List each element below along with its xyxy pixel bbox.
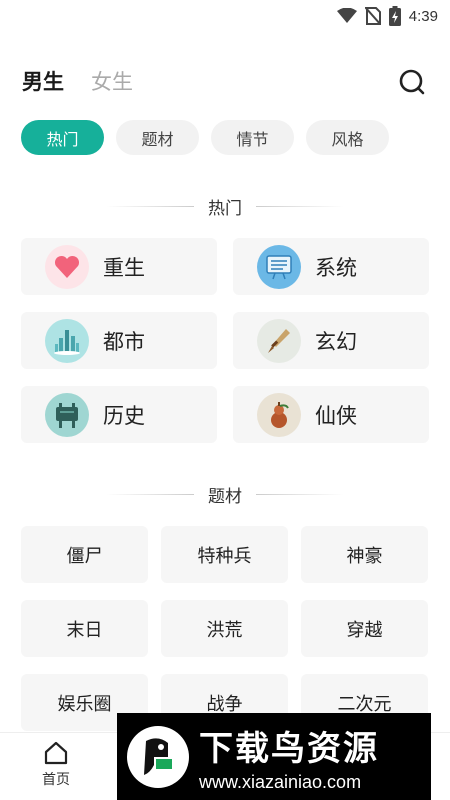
watermark-text: 下载鸟资源 www.xiazainiao.com	[199, 721, 379, 793]
hot-item-system[interactable]: 系统	[233, 238, 429, 295]
status-time: 4:39	[408, 7, 438, 25]
home-icon	[44, 741, 68, 765]
theme-item[interactable]: 末日	[21, 600, 148, 657]
city-tower-icon	[45, 318, 89, 363]
hot-item-label: 都市	[103, 329, 145, 354]
hot-item-rebirth[interactable]: 重生	[21, 238, 217, 295]
wifi-icon	[336, 8, 357, 23]
hot-grid: 重生 系统 都市 玄幻 历史 仙侠	[21, 238, 429, 443]
no-sim-icon	[364, 7, 381, 25]
watermark-title: 下载鸟资源	[199, 728, 379, 769]
theme-grid: 僵尸 特种兵 神豪 末日 洪荒 穿越 娱乐圈 战争 二次元	[21, 526, 429, 731]
status-icons: 4:39	[336, 6, 438, 26]
chip-theme[interactable]: 题材	[116, 120, 199, 155]
divider-line	[106, 493, 194, 495]
status-bar: 4:39	[0, 0, 450, 32]
theme-item[interactable]: 神豪	[301, 526, 428, 583]
hot-item-history[interactable]: 历史	[21, 386, 217, 443]
watermark-banner: 下载鸟资源 www.xiazainiao.com	[117, 713, 431, 800]
theme-item[interactable]: 洪荒	[161, 600, 288, 657]
theme-section-title: 题材	[208, 486, 242, 507]
theme-item[interactable]: 特种兵	[161, 526, 288, 583]
nav-home-label: 首页	[42, 772, 70, 788]
hot-item-label: 玄幻	[315, 329, 357, 354]
chip-plot[interactable]: 情节	[211, 120, 294, 155]
screen-icon	[257, 244, 301, 289]
theme-item[interactable]: 僵尸	[21, 526, 148, 583]
header: 男生 女生	[0, 62, 450, 102]
tab-female[interactable]: 女生	[91, 66, 133, 96]
hot-section-header: 热门	[0, 194, 450, 219]
hot-item-label: 重生	[103, 255, 145, 280]
hot-item-xianxia[interactable]: 仙侠	[233, 386, 429, 443]
bird-logo-icon	[127, 725, 189, 788]
chip-style[interactable]: 风格	[306, 120, 389, 155]
hot-item-label: 仙侠	[315, 403, 357, 428]
nav-home[interactable]: 首页	[30, 741, 82, 789]
hot-item-city[interactable]: 都市	[21, 312, 217, 369]
battery-charging-icon	[388, 6, 401, 26]
search-icon	[399, 69, 425, 95]
category-chips: 热门 题材 情节 风格	[21, 120, 389, 155]
divider-line	[256, 493, 344, 495]
dagger-icon	[257, 318, 301, 363]
divider-line	[106, 205, 194, 207]
hot-item-label: 系统	[315, 255, 357, 280]
search-button[interactable]	[398, 68, 426, 96]
hot-item-label: 历史	[103, 403, 145, 428]
chip-hot[interactable]: 热门	[21, 120, 104, 155]
theme-item[interactable]: 穿越	[301, 600, 428, 657]
gourd-icon	[257, 392, 301, 437]
watermark-url: www.xiazainiao.com	[199, 771, 362, 792]
divider-line	[256, 205, 344, 207]
theme-section-header: 题材	[0, 482, 450, 507]
bronze-cauldron-icon	[45, 392, 89, 437]
hot-item-fantasy[interactable]: 玄幻	[233, 312, 429, 369]
hot-section-title: 热门	[208, 198, 242, 219]
heart-icon	[45, 244, 89, 289]
tab-male[interactable]: 男生	[22, 66, 64, 96]
